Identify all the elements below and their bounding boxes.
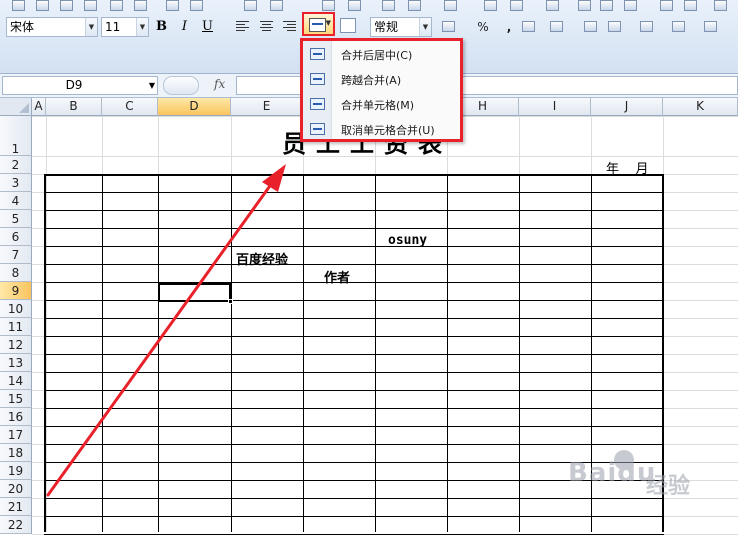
cell-osuny[interactable]: osuny	[388, 233, 427, 248]
merge-dropdown-menu: 合并后居中(C) 跨越合并(A) 合并单元格(M) 取消单元格合并(U)	[300, 38, 463, 142]
merge-cells-icon	[310, 98, 325, 110]
watermark-logo: Baidu	[568, 458, 657, 488]
menu-item-merge-across[interactable]: 跨越合并(A)	[303, 67, 460, 91]
row-header-6[interactable]: 6	[0, 228, 32, 246]
table-border	[44, 516, 664, 517]
row-header-7[interactable]: 7	[0, 246, 32, 264]
table-border	[44, 246, 664, 247]
select-all-corner[interactable]	[0, 98, 32, 116]
row-header-12[interactable]: 12	[0, 336, 32, 354]
menu-item-label: 合并后居中(C)	[341, 49, 413, 62]
row-header-20[interactable]: 20	[0, 480, 32, 498]
row-header-9[interactable]: 9	[0, 282, 32, 300]
row-header-4[interactable]: 4	[0, 192, 32, 210]
row-header-21[interactable]: 21	[0, 498, 32, 516]
menu-item-unmerge-cells[interactable]: 取消单元格合并(U)	[303, 117, 460, 141]
table-border	[44, 192, 664, 193]
table-border	[44, 408, 664, 409]
table-border	[44, 318, 664, 319]
unmerge-cells-icon	[310, 123, 325, 135]
column-header-b[interactable]: B	[46, 98, 102, 116]
row-header-11[interactable]: 11	[0, 318, 32, 336]
row-header-3[interactable]: 3	[0, 174, 32, 192]
row-header-5[interactable]: 5	[0, 210, 32, 228]
table-border	[44, 264, 664, 265]
row-header-13[interactable]: 13	[0, 354, 32, 372]
menu-item-merge-center[interactable]: 合并后居中(C)	[303, 42, 460, 66]
column-header-e[interactable]: E	[231, 98, 303, 116]
row-header-10[interactable]: 10	[0, 300, 32, 318]
row-header-16[interactable]: 16	[0, 408, 32, 426]
table-border	[44, 336, 664, 337]
row-header-1[interactable]: 1	[0, 116, 32, 156]
menu-item-label: 合并单元格(M)	[341, 99, 415, 112]
column-header-c[interactable]: C	[102, 98, 158, 116]
menu-item-label: 跨越合并(A)	[341, 74, 402, 87]
selected-cell-d9[interactable]	[158, 283, 231, 302]
baidu-watermark: Baidu 经验	[560, 446, 736, 506]
row-header-15[interactable]: 15	[0, 390, 32, 408]
column-header-i[interactable]: I	[519, 98, 591, 116]
row-header-19[interactable]: 19	[0, 462, 32, 480]
menu-item-merge-cells[interactable]: 合并单元格(M)	[303, 92, 460, 116]
row-header-14[interactable]: 14	[0, 372, 32, 390]
merge-center-icon	[310, 48, 325, 60]
column-header-d[interactable]: D	[158, 98, 231, 116]
column-header-j[interactable]: J	[591, 98, 663, 116]
table-border	[44, 372, 664, 373]
table-border	[44, 228, 664, 229]
row-header-18[interactable]: 18	[0, 444, 32, 462]
cell-baidu-jingyan[interactable]: 百度经验	[236, 249, 288, 268]
table-border	[44, 282, 664, 283]
table-border	[44, 426, 664, 427]
row-header-2[interactable]: 2	[0, 156, 32, 174]
cell-author[interactable]: 作者	[324, 267, 350, 286]
table-border	[44, 210, 664, 211]
table-border	[44, 300, 664, 301]
table-border	[44, 354, 664, 355]
watermark-sub: 经验	[646, 474, 691, 499]
merge-across-icon	[310, 73, 325, 85]
row-header-8[interactable]: 8	[0, 264, 32, 282]
menu-item-label: 取消单元格合并(U)	[341, 124, 435, 137]
row-header-17[interactable]: 17	[0, 426, 32, 444]
table-border	[44, 174, 664, 176]
year-month-label[interactable]: 年 月	[606, 158, 649, 177]
fill-handle[interactable]	[228, 299, 233, 304]
table-border	[44, 444, 664, 445]
column-header-k[interactable]: K	[663, 98, 738, 116]
column-header-a[interactable]: A	[32, 98, 46, 116]
table-border	[44, 390, 664, 391]
gridline	[46, 116, 47, 532]
row-header-22[interactable]: 22	[0, 516, 32, 534]
